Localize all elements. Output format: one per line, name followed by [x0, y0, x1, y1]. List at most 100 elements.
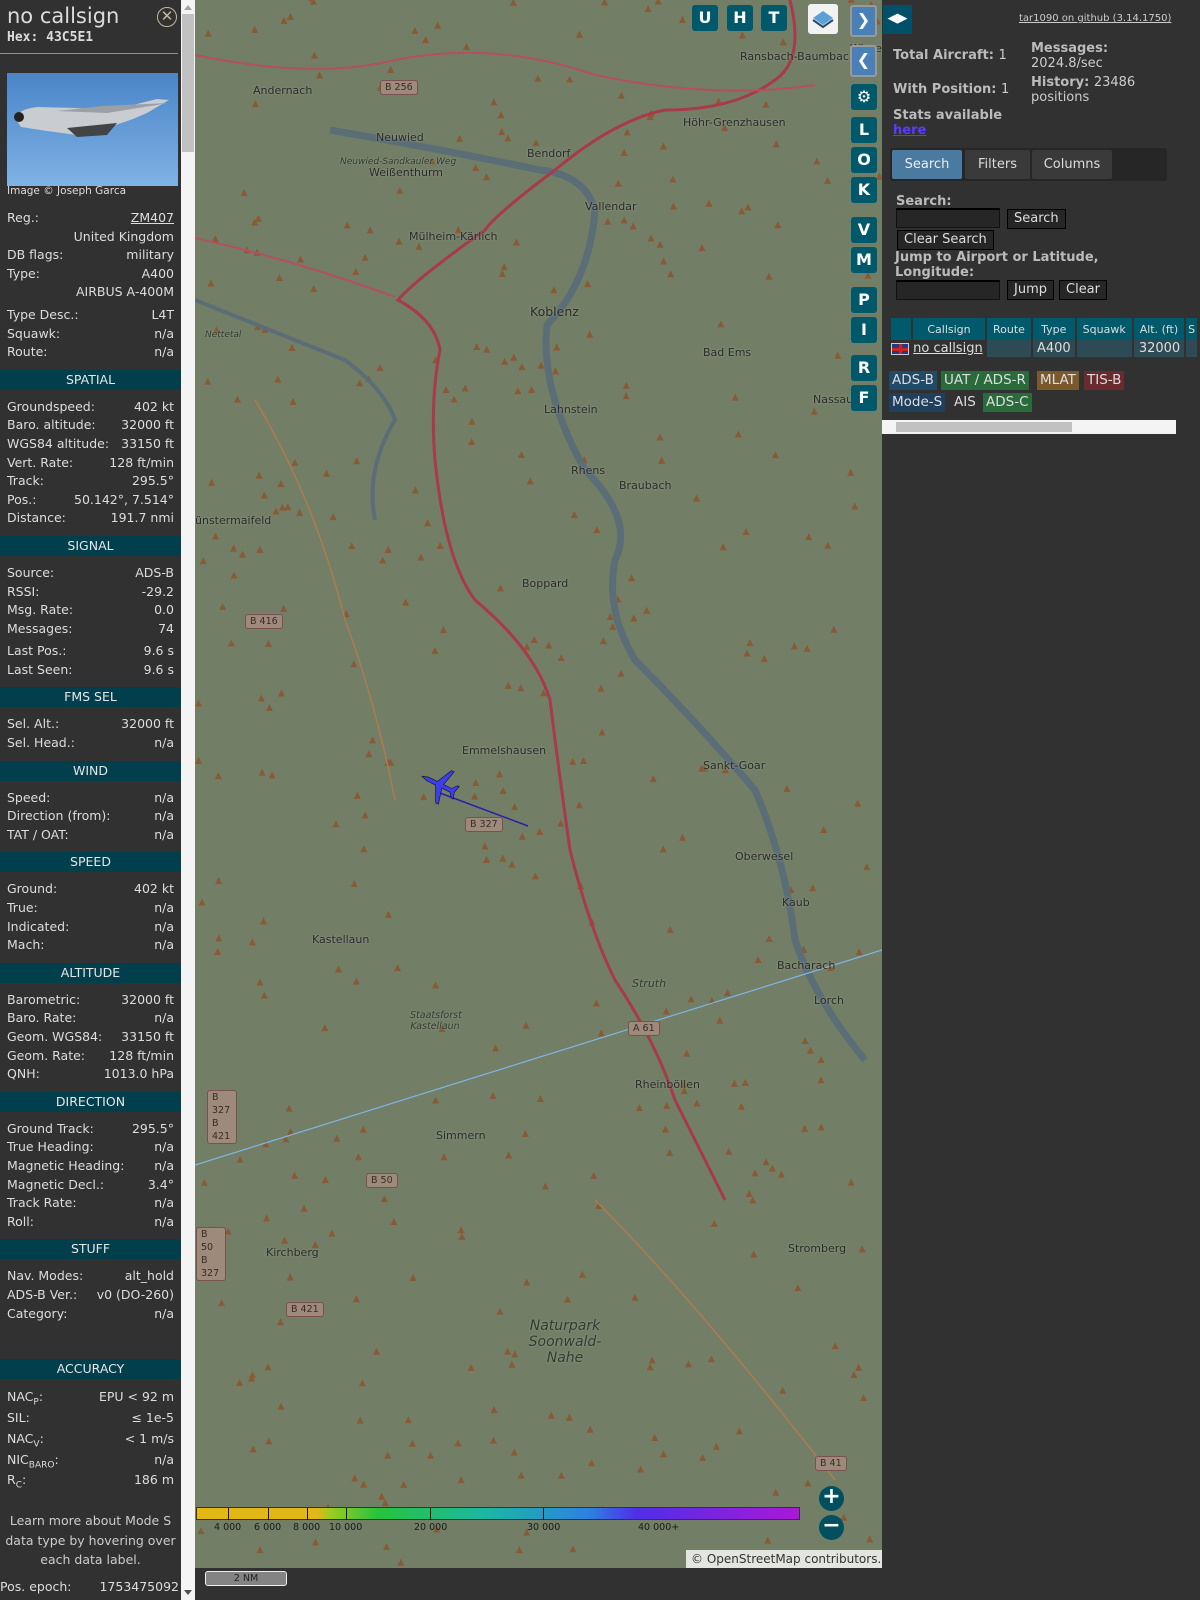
detail-label[interactable]: Baro. Rate:	[7, 1009, 76, 1028]
callsign-link[interactable]: no callsign	[913, 341, 983, 356]
expand-right-button[interactable]: ❯	[850, 5, 877, 37]
detail-label[interactable]: Pos.:	[7, 491, 36, 510]
map-button-p[interactable]: P	[851, 287, 877, 313]
detail-label[interactable]: Geom. WGS84:	[7, 1028, 102, 1047]
tab-search[interactable]: Search	[892, 150, 962, 179]
detail-label[interactable]: Magnetic Heading:	[7, 1157, 124, 1176]
detail-label[interactable]: Baro. altitude:	[7, 416, 96, 435]
detail-label[interactable]: Last Seen:	[7, 661, 72, 680]
peak-icon	[251, 25, 259, 33]
detail-label[interactable]: Messages:	[7, 620, 73, 639]
peak-icon	[508, 860, 516, 868]
detail-label[interactable]: Ground:	[7, 880, 57, 899]
detail-label[interactable]: Distance:	[7, 509, 66, 528]
detail-label[interactable]: Track:	[7, 472, 44, 491]
detail-label[interactable]: ADS-B Ver.:	[7, 1286, 77, 1305]
detail-label[interactable]: TAT / OAT:	[7, 826, 69, 845]
map-button-u[interactable]: U	[692, 5, 718, 31]
aircraft-photo[interactable]	[7, 73, 178, 186]
epoch-row: Pos. epoch: 1753475092	[0, 1578, 181, 1597]
detail-label[interactable]: NACP:	[7, 1387, 43, 1408]
col-squawk[interactable]: Squawk	[1076, 318, 1132, 340]
col-speed[interactable]: S	[1186, 318, 1198, 340]
detail-label[interactable]: Sel. Alt.:	[7, 715, 59, 734]
layers-button[interactable]	[808, 4, 838, 34]
clear-search-button[interactable]: Clear Search	[897, 230, 994, 250]
table-hscrollbar[interactable]	[882, 420, 1176, 434]
zoom-in-button[interactable]: +	[819, 1486, 844, 1511]
detail-label[interactable]: Indicated:	[7, 918, 69, 937]
stats-link[interactable]: here	[893, 123, 926, 138]
detail-label[interactable]: NACV:	[7, 1429, 44, 1450]
col-type[interactable]: Type	[1032, 318, 1075, 340]
scroll-thumb[interactable]	[182, 14, 194, 152]
detail-label[interactable]: Last Pos.:	[7, 642, 66, 661]
map-button-m[interactable]: M	[851, 247, 877, 273]
tab-filters[interactable]: Filters	[965, 150, 1030, 179]
col-callsign[interactable]: Callsign	[913, 318, 985, 340]
map-button-k[interactable]: K	[851, 177, 877, 203]
map-button-o[interactable]: O	[851, 147, 877, 173]
peak-icon	[288, 344, 296, 352]
detail-label[interactable]: Vert. Rate:	[7, 454, 73, 473]
map-button-r[interactable]: R	[851, 355, 877, 381]
detail-label[interactable]: True:	[7, 899, 38, 918]
map-button-l[interactable]: L	[851, 117, 877, 143]
detail-label[interactable]: WGS84 altitude:	[7, 435, 109, 454]
detail-label[interactable]: SIL:	[7, 1408, 30, 1429]
table-row[interactable]: no callsign A400 32000	[891, 340, 1198, 357]
registration-link[interactable]: ZM407	[131, 209, 174, 228]
detail-label[interactable]: Magnetic Decl.:	[7, 1176, 104, 1195]
search-input[interactable]	[896, 208, 1000, 228]
col-flag[interactable]	[891, 318, 911, 340]
detail-label[interactable]: Category:	[7, 1305, 67, 1324]
map[interactable]: Ransbach-Baumbach Andernach Höhr-Grenzhaus…	[195, 0, 882, 1568]
close-icon[interactable]: ✕	[157, 7, 177, 27]
tab-columns[interactable]: Columns	[1032, 150, 1112, 179]
section-header: ALTITUDE	[0, 962, 181, 983]
detail-label[interactable]: Msg. Rate:	[7, 601, 73, 620]
detail-label[interactable]: Sel. Head.:	[7, 734, 75, 753]
map-button-i[interactable]: I	[851, 317, 877, 343]
zoom-out-button[interactable]: −	[819, 1515, 844, 1540]
scroll-down-icon[interactable]	[184, 1590, 192, 1595]
detail-label[interactable]: Groundspeed:	[7, 398, 95, 417]
col-route[interactable]: Route	[987, 318, 1031, 340]
detail-label[interactable]: Mach:	[7, 936, 44, 955]
map-button-v[interactable]: V	[851, 217, 877, 243]
scroll-thumb[interactable]	[896, 422, 1072, 432]
jump-input[interactable]	[896, 280, 1000, 300]
detail-label[interactable]: Nav. Modes:	[7, 1267, 83, 1286]
detail-label[interactable]: NICBARO:	[7, 1450, 59, 1471]
search-button[interactable]: Search	[1007, 209, 1066, 229]
detail-label[interactable]: Source:	[7, 564, 54, 583]
map-button-f[interactable]: F	[851, 385, 877, 411]
detail-label[interactable]: RSSI:	[7, 583, 39, 602]
scroll-up-icon[interactable]	[184, 5, 192, 10]
map-attribution[interactable]: © OpenStreetMap contributors.	[686, 1550, 882, 1568]
map-button-h[interactable]: H	[727, 5, 753, 31]
detail-label[interactable]: Track Rate:	[7, 1194, 77, 1213]
settings-button[interactable]: ⚙	[851, 84, 877, 110]
github-link[interactable]: tar1090 on github (3.14.1750)	[1019, 13, 1171, 24]
jump-button[interactable]: Jump	[1007, 280, 1054, 300]
detail-label[interactable]: Ground Track:	[7, 1120, 94, 1139]
col-altitude[interactable]: Alt. (ft)	[1133, 318, 1185, 340]
detail-label[interactable]: Roll:	[7, 1213, 34, 1232]
detail-label[interactable]: Speed:	[7, 789, 50, 808]
detail-scrollbar[interactable]	[181, 0, 195, 1600]
detail-label[interactable]: Direction (from):	[7, 807, 111, 826]
detail-label[interactable]: True Heading:	[7, 1138, 94, 1157]
detail-label[interactable]: Geom. Rate:	[7, 1047, 85, 1066]
cell-altitude: 32000	[1133, 340, 1185, 357]
collapse-left-button[interactable]: ❮	[850, 45, 877, 77]
section-header: FMS SEL	[0, 687, 181, 708]
clear-button[interactable]: Clear	[1059, 280, 1107, 300]
peak-icon	[499, 787, 507, 795]
detail-label[interactable]: RC:	[7, 1470, 26, 1491]
detail-label[interactable]: Barometric:	[7, 991, 80, 1010]
aircraft-icon[interactable]	[414, 760, 464, 809]
map-button-t[interactable]: T	[761, 5, 787, 31]
toggle-sidebar-button[interactable]: ◀▶	[883, 5, 912, 34]
detail-label[interactable]: QNH:	[7, 1065, 40, 1084]
